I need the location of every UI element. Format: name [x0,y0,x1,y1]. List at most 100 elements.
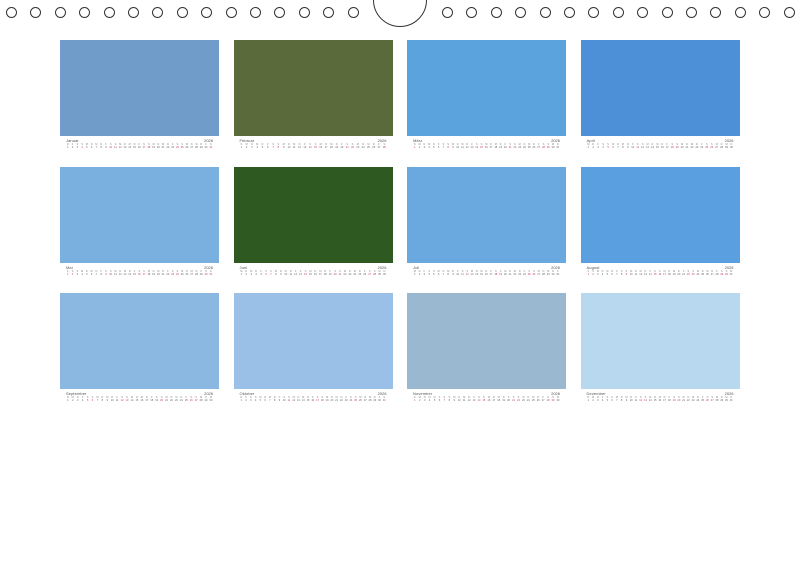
photo-cliff-bay [580,167,740,263]
date-strip: Juni 2026 M 1 D 2 M 3 D 4 F 5 S 6 S 7 M 8 D 9 M 10 D 11 F 12 S 13 S 1… [234,265,393,277]
day-cell: F4 [81,396,85,403]
day-number: 12 [120,399,124,402]
day-number: 27 [710,399,714,402]
day-number: 7 [96,399,99,402]
day-number: 6 [264,399,266,402]
day-cell: S6 [610,396,614,403]
day-number: 3 [76,399,79,402]
day-cell: D7 [95,270,99,277]
day-number: 24 [526,399,530,402]
day-cell: M8 [446,270,450,277]
day-number: 25 [527,146,531,149]
day-cell: M8 [274,270,278,277]
month-photo [580,167,740,263]
day-cell: S 23 [691,270,695,277]
date-strip: Mai 2026 F 1 S 2 S 3 M 4 D 5 M 6 D 7 F 8 S 9 S 10 M 11 D 12 M 13 D 14… [60,265,219,277]
day-cell: F 23 [171,143,175,150]
day-cell: M 30 [551,143,555,150]
day-cell: M 28 [195,143,199,150]
day-number: 18 [147,273,151,276]
day-cell: M 13 [470,270,474,277]
day-cell: M 30 [556,396,560,403]
day-cell: S 27 [368,270,372,277]
day-number: 27 [537,273,541,276]
day-cell: S 31 [209,143,213,150]
day-cell: S8 [620,270,624,277]
day-number: 22 [166,273,170,276]
day-cell: S8 [446,143,450,150]
day-number: 9 [105,146,107,149]
day-cell: M 18 [330,143,334,150]
day-number: 3 [250,399,252,402]
day-cell: D 30 [551,270,555,277]
day-cell: D 28 [720,143,724,150]
day-cell: F 26 [363,270,367,277]
day-number: 7 [272,146,274,149]
day-number: 8 [447,146,449,149]
day-cell: D 24 [180,396,184,403]
binding-hole [347,7,359,18]
day-number: 13 [299,273,302,276]
day-number: 12 [294,273,298,276]
day-number: 28 [382,146,386,149]
day-cell: F 24 [523,270,527,277]
day-cell: M 20 [504,270,508,277]
day-cell: F2 [244,396,248,403]
day-number: 26 [536,399,540,402]
day-cell: M8 [621,143,625,150]
day-cell: D 22 [340,396,344,403]
day-number: 9 [625,273,628,276]
day-number: 23 [521,399,525,402]
day-number: 23 [695,146,699,149]
day-cell: S 15 [653,270,657,277]
day-cell: D 31 [556,143,560,150]
day-cell: F 16 [311,396,315,403]
day-number: 12 [465,273,469,276]
day-number: 19 [155,399,159,402]
day-number: 2 [71,146,74,149]
day-number: 11 [634,273,638,276]
day-cell: S 13 [125,396,129,403]
day-number: 28 [373,273,377,276]
day-cell: S 29 [720,270,724,277]
day-cell: M4 [427,143,431,150]
photo-volcano-pines [407,40,566,136]
day-cell: D 30 [383,270,387,277]
day-cell: D6 [263,396,267,403]
day-number: 1 [240,399,243,402]
day-cell: S 31 [382,396,386,403]
day-cell: D 22 [687,396,691,403]
day-number: 8 [620,273,623,276]
day-cell: S8 [448,396,452,403]
binding-hole [759,7,771,18]
day-cell: M 23 [518,143,522,150]
day-cell: D1 [240,396,244,403]
day-number: 5 [606,273,609,276]
day-number: 21 [685,146,689,149]
day-number: 14 [648,399,652,402]
day-cell: D5 [432,143,436,150]
day-cell: D6 [610,270,614,277]
day-cell: S 25 [527,270,531,277]
day-number: 8 [448,399,451,402]
month-photo [407,293,566,389]
day-number: 2 [245,273,247,276]
day-cell: M 30 [725,396,729,403]
day-cell: M 20 [157,270,161,277]
day-number: 16 [140,399,144,402]
day-cell: D5 [85,270,89,277]
month-cell-november: November 2026 S 1 M 2 D 3 M 4 D 5 F 6 S 7 S 8 M 9 D 10 M 11 D 12 F… [407,293,566,403]
day-cell: D 21 [685,143,689,150]
day-cell: S 18 [147,143,151,150]
day-number: 16 [658,273,662,276]
day-number: 15 [133,273,136,276]
day-cell: D8 [99,143,103,150]
date-strip: April 2026 M 1 D 2 F 3 S 4 S 5 M 6 D 7 M 8 D 9 F 10 S 11 S 12 M 13 D… [581,138,740,150]
day-number: 24 [353,273,357,276]
day-cell: D3 [423,143,427,150]
day-cell: M2 [418,396,422,403]
day-cell: M7 [95,143,99,150]
day-cell: M 26 [185,143,189,150]
day-cell: D 11 [289,270,293,277]
day-number: 16 [313,273,317,276]
